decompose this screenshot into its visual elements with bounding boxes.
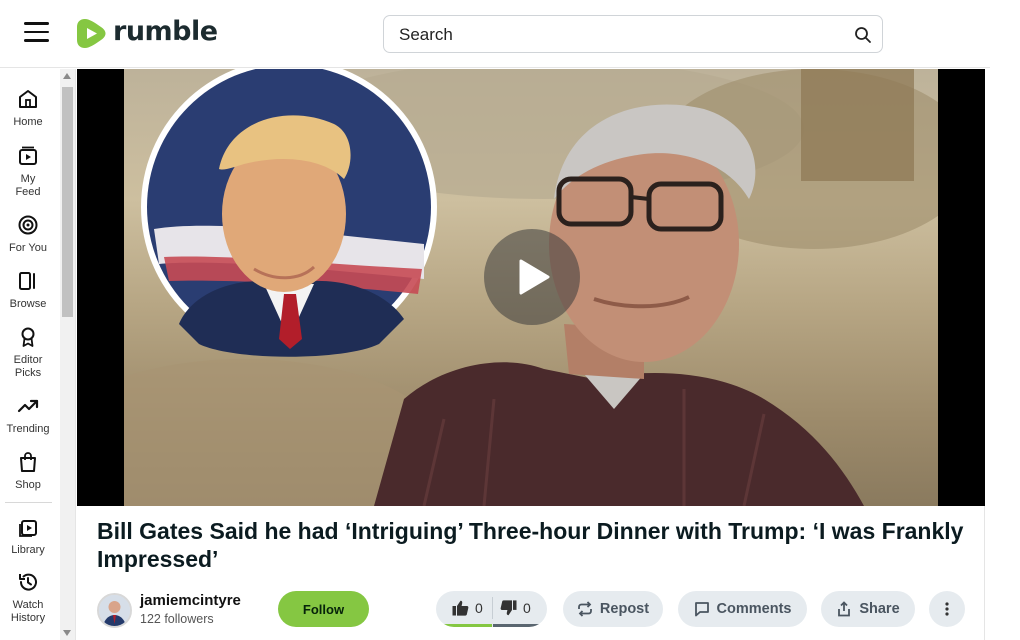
more-options-button[interactable]: [929, 591, 965, 627]
browse-icon: [19, 272, 35, 290]
home-icon: [19, 90, 37, 108]
sidebar-label-editor-picks: Editor Picks: [13, 354, 43, 379]
sidebar-item-home[interactable]: Home: [0, 88, 56, 129]
feed-icon: [19, 146, 37, 165]
sidebar-label-trending: Trending: [6, 423, 50, 435]
sidebar-label-watch-history: Watch History: [10, 599, 46, 624]
sidebar-item-watch-history[interactable]: Watch History: [0, 571, 56, 625]
shopping-bag-icon: [20, 452, 36, 472]
thumbs-down-icon: [500, 600, 517, 616]
upvote-count: 0: [475, 600, 483, 616]
sidebar-item-for-you[interactable]: For You: [0, 214, 56, 255]
main-content: Bill Gates Said he had ‘Intriguing’ Thre…: [77, 69, 985, 640]
target-icon: [18, 215, 38, 235]
more-vertical-icon: [945, 602, 949, 616]
sidebar-label-for-you: For You: [9, 242, 47, 254]
top-header: rumble: [0, 0, 990, 68]
sidebar-label-my-feed: My Feed: [15, 173, 41, 198]
sidebar-label-browse: Browse: [9, 298, 47, 310]
scroll-up-arrow-icon[interactable]: [63, 73, 71, 79]
search-input[interactable]: [399, 24, 829, 46]
sidebar-item-library[interactable]: Library: [0, 516, 56, 557]
video-title: Bill Gates Said he had ‘Intriguing’ Thre…: [97, 518, 964, 572]
share-icon: [838, 601, 851, 617]
award-icon: [21, 327, 35, 347]
vote-buttons: 0 0: [436, 591, 547, 627]
comments-label: Comments: [716, 601, 792, 617]
repost-label: Repost: [599, 601, 650, 617]
scrollbar-thumb[interactable]: [62, 87, 73, 317]
downvote-count: 0: [523, 600, 531, 616]
follower-count: 122 followers: [140, 612, 214, 626]
follow-button[interactable]: Follow: [278, 591, 369, 627]
rumble-play-logo-icon: [77, 18, 106, 48]
sidebar-label-home: Home: [13, 116, 43, 128]
downvote-ratio-bar: [493, 624, 547, 627]
channel-name[interactable]: jamiemcintyre: [140, 592, 241, 609]
share-label: Share: [859, 601, 900, 617]
sidebar-item-editor-picks[interactable]: Editor Picks: [0, 326, 56, 380]
comment-icon: [694, 602, 709, 617]
search-icon[interactable]: [854, 26, 872, 44]
sidebar-label-library: Library: [11, 544, 45, 556]
logo-wordmark: rumble: [113, 16, 218, 47]
sidebar-item-my-feed[interactable]: My Feed: [0, 145, 56, 199]
play-button[interactable]: [484, 229, 580, 325]
upvote-ratio-bar: [436, 624, 492, 627]
sidebar-label-shop: Shop: [15, 479, 41, 491]
history-icon: [19, 573, 37, 591]
rumble-logo[interactable]: rumble: [76, 15, 218, 51]
hamburger-menu-icon[interactable]: [24, 22, 50, 46]
share-button[interactable]: Share: [821, 591, 915, 627]
trending-icon: [17, 399, 39, 413]
downvote-button[interactable]: 0: [500, 591, 531, 625]
thumbs-up-icon: [452, 600, 469, 616]
scroll-down-arrow-icon[interactable]: [63, 630, 71, 636]
avatar-image: [99, 595, 130, 626]
sidebar-item-shop[interactable]: Shop: [0, 451, 56, 492]
repost-icon: [578, 601, 592, 617]
sidebar-nav: Home My Feed For You Browse Editor Picks: [0, 69, 76, 640]
channel-avatar[interactable]: [97, 593, 132, 628]
library-icon: [19, 520, 37, 537]
vote-divider: [492, 597, 493, 619]
comments-button[interactable]: Comments: [678, 591, 807, 627]
play-icon: [519, 259, 550, 295]
sidebar-divider: [5, 502, 52, 503]
upvote-button[interactable]: 0: [452, 591, 483, 625]
sidebar-item-trending[interactable]: Trending: [0, 395, 56, 436]
video-player[interactable]: [77, 69, 985, 506]
repost-button[interactable]: Repost: [563, 591, 663, 627]
search-box[interactable]: [383, 15, 883, 53]
sidebar-scrollbar[interactable]: [60, 69, 75, 640]
sidebar-item-browse[interactable]: Browse: [0, 270, 56, 311]
